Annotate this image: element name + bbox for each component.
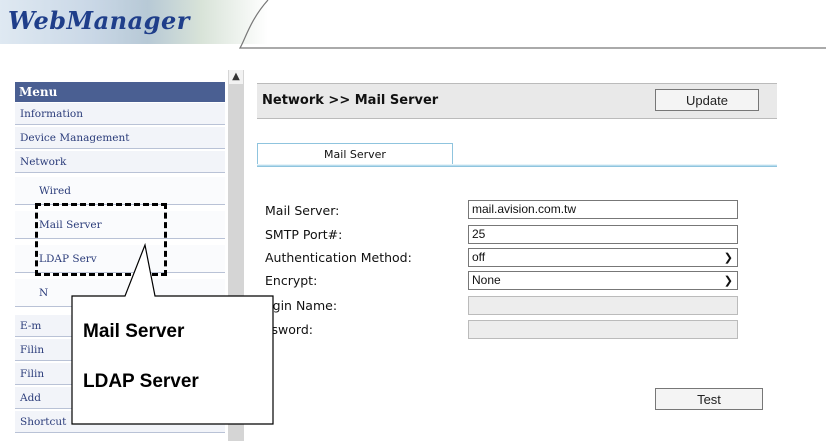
callout-line-ldap-server: LDAP Server (83, 371, 199, 392)
callout-line-mail-server: Mail Server (83, 321, 185, 342)
